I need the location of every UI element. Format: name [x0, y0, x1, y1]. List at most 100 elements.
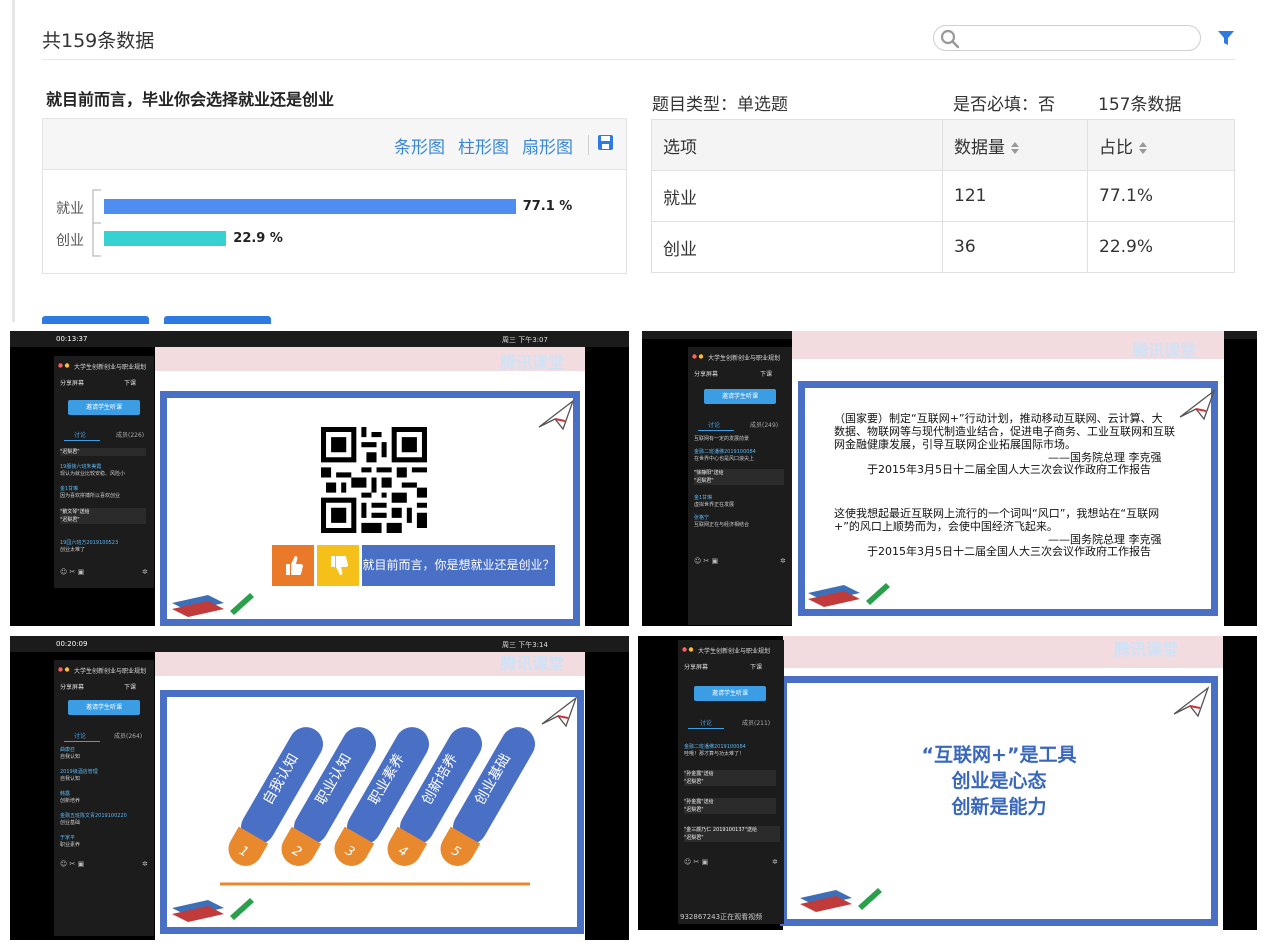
table-row: 就业 121 77.1%: [651, 170, 1235, 222]
window-controls-icon[interactable]: [692, 354, 706, 359]
share-screen-button[interactable]: 分享屏幕: [60, 682, 84, 691]
quote-line: +”的风口上顺势而为，会使中国经济飞起来。: [834, 520, 1058, 533]
thumbs-up-button[interactable]: [272, 545, 314, 586]
end-class-button[interactable]: 下课: [124, 682, 136, 691]
sort-icon[interactable]: [1138, 141, 1148, 155]
chat-author: 金融五班陈文青2019100220: [60, 813, 127, 819]
settings-icon[interactable]: ✲: [772, 858, 778, 866]
tab-members[interactable]: 成员(226): [116, 430, 144, 439]
chat-text: 因为喜欢拼搏所以喜欢创业: [60, 493, 121, 499]
action-button-2[interactable]: [164, 316, 271, 324]
chat-message: 19园六班方2019100523 创业太难了: [60, 540, 118, 554]
screenshot-tile-3: 00:20:09 周三 下午3:14 腾讯课堂 自我认知 1 职业认知 2 职业素养 3 创…: [10, 636, 629, 940]
invite-button[interactable]: 邀请学生听课: [704, 389, 776, 404]
bar-chart-button[interactable]: 条形图: [394, 133, 445, 158]
timer: 00:20:09: [56, 640, 88, 648]
chat-message: 张格宁 互联网正在与经济相结合: [694, 515, 749, 529]
chat-text: 自我认知: [60, 754, 81, 760]
share-screen-button[interactable]: 分享屏幕: [684, 662, 708, 671]
paper-plane-icon: [541, 696, 578, 728]
viewer-notice: 932867243正在观看视频: [680, 913, 763, 921]
tab-discuss[interactable]: 讨论: [74, 430, 86, 439]
end-class-button[interactable]: 下课: [750, 662, 762, 671]
invite-button[interactable]: 邀请学生听课: [68, 400, 140, 415]
emoji-icon[interactable]: ☺ ✂ ▣: [684, 858, 708, 866]
chat-message: 于家平 职业素养: [60, 835, 80, 849]
window-controls-icon[interactable]: [682, 647, 696, 652]
chat-message: 互联网有一定的发展前景: [694, 436, 750, 442]
tab-discuss[interactable]: 讨论: [74, 731, 86, 740]
screenshot-tile-1: 00:13:37 周三 下午3:07 腾讯课堂 就目前而言，你是想就业还是创业？…: [10, 331, 629, 626]
app-title: 大学生创新创业与职业规划: [74, 668, 147, 675]
pie-chart-button[interactable]: 扇形图: [522, 133, 573, 158]
table-cell: 77.1%: [1087, 170, 1235, 222]
books-icon: [172, 593, 254, 617]
chat-author: 曲康召: [60, 747, 76, 753]
window-controls-icon[interactable]: [58, 667, 72, 672]
total-count: 共159条数据: [42, 30, 155, 52]
settings-icon[interactable]: ✲: [780, 557, 786, 565]
chat-message: 金1甘琳 虚拟世界正在发展: [694, 495, 734, 509]
menu-bar: 00:13:37 周三 下午3:07: [10, 331, 629, 347]
gift-from: "鹅文琴"送给: [60, 509, 90, 515]
bar[interactable]: [104, 231, 227, 246]
col-count-header[interactable]: 数据量: [942, 119, 1088, 171]
window-controls-icon[interactable]: [58, 363, 72, 368]
table-cell: 就业: [651, 170, 943, 222]
chat-message: 韩露 创新培养: [60, 791, 80, 805]
paper-plane-icon: [538, 399, 575, 431]
slogan-line-1: “互联网+”是工具: [921, 744, 1077, 766]
app-title: 大学生创新创业与职业规划: [74, 364, 147, 371]
search-input[interactable]: [933, 25, 1201, 51]
share-screen-button[interactable]: 分享屏幕: [60, 378, 84, 387]
qr-code-icon: [321, 427, 427, 533]
bar[interactable]: [104, 199, 516, 214]
timer: 00:13:37: [56, 335, 88, 343]
table-cell: 121: [942, 170, 1088, 222]
clock: 周三 下午3:07: [502, 336, 548, 344]
settings-icon[interactable]: ✲: [142, 568, 148, 576]
class-sidebar: 大学生创新创业与职业规划 分享屏幕 下课 邀请学生听课 讨论 成员(211) 金…: [678, 640, 784, 924]
left-rule: [12, 0, 15, 322]
end-class-button[interactable]: 下课: [124, 378, 136, 387]
emoji-icon[interactable]: ☺ ✂ ▣: [60, 568, 84, 576]
tab-members[interactable]: 成员(264): [114, 731, 142, 740]
filter-icon[interactable]: [1217, 29, 1235, 47]
action-button-1[interactable]: [42, 316, 149, 324]
response-count: 157条数据: [1098, 95, 1182, 115]
gift-notice: "迟梨君": [60, 448, 146, 456]
bar-value-label: 22.9 %: [233, 231, 283, 246]
tab-members[interactable]: 成员(249): [750, 420, 778, 429]
end-class-button[interactable]: 下课: [760, 369, 772, 378]
sort-icon[interactable]: [1010, 141, 1020, 155]
paper-plane-icon: [1179, 389, 1216, 421]
quote-line: 网金融健康发展，引导互联网企业拓展国际市场。: [834, 438, 1076, 451]
col-option: 选项: [651, 119, 943, 171]
thumbs-up-icon: [286, 556, 303, 575]
tab-indicator: [688, 728, 724, 729]
col-ratio-header[interactable]: 占比: [1087, 119, 1235, 171]
emoji-icon[interactable]: ☺ ✂ ▣: [60, 860, 84, 868]
settings-icon[interactable]: ✲: [142, 860, 148, 868]
quote-source: 于2015年3月5日十二届全国人大三次会议作政府工作报告: [867, 545, 1151, 558]
tab-members[interactable]: 成员(211): [742, 718, 770, 727]
tab-discuss[interactable]: 讨论: [700, 718, 712, 727]
tab-discuss[interactable]: 讨论: [708, 420, 720, 429]
bar-category-label: 就业: [56, 201, 84, 217]
gift-to: "迟梨君": [684, 835, 704, 841]
chat-text: 哇哦！那才算与功太难了！: [684, 751, 745, 757]
share-screen-button[interactable]: 分享屏幕: [694, 369, 718, 378]
tab-indicator: [698, 430, 734, 431]
invite-button[interactable]: 邀请学生听课: [694, 686, 766, 701]
save-icon[interactable]: [597, 134, 614, 151]
thumbs-down-button[interactable]: [317, 545, 359, 586]
chat-text: 在世界中心也是风口浪尖上: [694, 456, 755, 462]
emoji-icon[interactable]: ☺ ✂ ▣: [694, 557, 718, 565]
column-chart-button[interactable]: 柱形图: [458, 133, 509, 158]
app-title: 大学生创新创业与职业规划: [698, 648, 771, 655]
chat-author: 金融二班潘佛2019100084: [684, 744, 746, 750]
invite-button[interactable]: 邀请学生听课: [68, 700, 140, 715]
chat-text: 创业太难了: [60, 547, 86, 553]
clock: 周三 下午3:14: [502, 641, 548, 649]
gift-from: "孙金露"送给: [684, 799, 714, 805]
